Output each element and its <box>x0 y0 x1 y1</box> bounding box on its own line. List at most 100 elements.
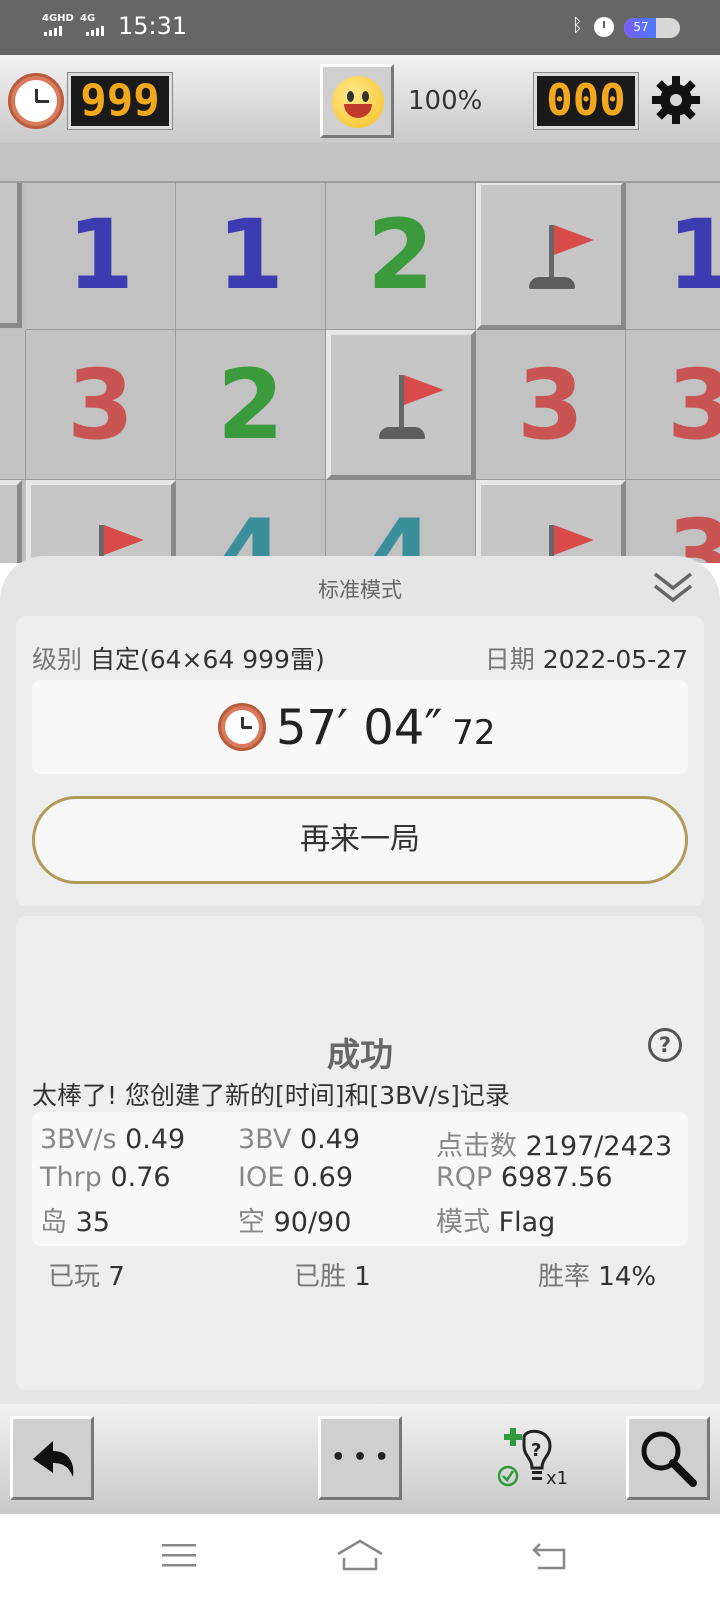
home-icon[interactable] <box>336 1538 384 1572</box>
record-message: 太棒了! 您创建了新的[时间]和[3BV/s]记录 <box>32 1081 510 1110</box>
result-sheet: 标准模式 级别 自定(64×64 999雷) 日期 2022-05-27 57′… <box>0 556 720 1404</box>
screen: { "status_bar": { "network_1": "4GHD", "… <box>0 0 720 1600</box>
board-cell[interactable]: 1 <box>26 183 176 330</box>
level-value: 自定(64×64 999雷) <box>89 645 325 674</box>
board-cell[interactable]: 1 <box>176 183 326 330</box>
board-cell[interactable]: 3 <box>26 330 176 480</box>
board-cell[interactable]: 3 <box>626 480 720 563</box>
board-cell[interactable] <box>0 330 26 480</box>
stat-key: 点击数 <box>436 1131 517 1162</box>
stat-item: 空 90/90 <box>238 1200 351 1239</box>
battery-icon: 57 <box>624 18 680 38</box>
bluetooth-icon: ᛒ <box>572 15 583 36</box>
win-rate: 胜率 14% <box>538 1256 656 1293</box>
network-1-label: 4GHD <box>42 13 74 24</box>
cell-number: 1 <box>217 198 284 311</box>
svg-text:?: ? <box>531 1440 541 1461</box>
timer-display: 999 <box>68 73 172 129</box>
stat-item: 3BV 0.49 <box>238 1124 360 1155</box>
board-cell[interactable] <box>476 183 626 330</box>
elapsed-time: 57′ 04″ 72 <box>276 700 496 756</box>
play-again-button[interactable]: 再来一局 <box>32 796 688 884</box>
clock-time: 15:31 <box>118 12 188 40</box>
cell-number: 3 <box>517 348 584 461</box>
back-icon[interactable] <box>530 1540 568 1572</box>
date-info: 日期 2022-05-27 <box>485 640 688 676</box>
board-cell[interactable] <box>0 480 22 563</box>
stat-value: 6987.56 <box>500 1162 613 1193</box>
gear-icon[interactable] <box>650 74 702 126</box>
board-cell[interactable]: 4 <box>326 480 476 563</box>
winrate-value: 14% <box>598 1262 657 1292</box>
double-chevron-down-icon[interactable] <box>652 570 694 606</box>
date-value: 2022-05-27 <box>542 645 688 674</box>
board-cell[interactable]: 4 <box>176 480 326 563</box>
clock-icon <box>8 73 64 129</box>
board-cell[interactable] <box>26 480 176 563</box>
elapsed-time-box: 57′ 04″ 72 <box>32 680 688 774</box>
winrate-label: 胜率 <box>538 1262 591 1292</box>
more-button[interactable]: • • • <box>318 1416 402 1500</box>
cell-number: 2 <box>367 198 434 311</box>
cell-number: 2 <box>217 348 284 461</box>
stat-value: 0.76 <box>110 1162 171 1193</box>
search-button[interactable] <box>626 1416 710 1500</box>
board-cell[interactable]: 2 <box>176 330 326 480</box>
stat-value: 0.49 <box>125 1124 186 1155</box>
stat-value: 0.69 <box>292 1162 353 1193</box>
bottom-toolbar: • • • ? x1 <box>0 1404 720 1514</box>
board-cell[interactable] <box>0 183 22 328</box>
stat-value: 35 <box>75 1207 110 1238</box>
stat-key: 岛 <box>40 1207 67 1238</box>
stat-item: 岛 35 <box>40 1200 110 1239</box>
stat-value: 0.49 <box>299 1124 361 1155</box>
stat-value: 90/90 <box>273 1207 352 1238</box>
won-value: 1 <box>354 1262 371 1292</box>
clock-icon <box>218 703 266 751</box>
elapsed-time-main: 57′ 04″ <box>276 700 443 756</box>
stats-grid: 3BV/s 0.49 3BV 0.49 点击数 2197/2423 Thrp 0… <box>32 1112 688 1246</box>
stat-value: 2197/2423 <box>525 1131 673 1162</box>
cell-number: 3 <box>667 498 720 564</box>
magnifier-icon <box>641 1431 697 1487</box>
stat-key: 模式 <box>436 1207 490 1238</box>
stat-item: Thrp 0.76 <box>40 1162 171 1193</box>
board-cell[interactable]: 2 <box>326 183 476 330</box>
smiley-reset-button[interactable] <box>320 64 394 138</box>
status-bar: 4GHD 4G 15:31 ᛒ 57 <box>0 0 720 55</box>
signal-1-icon <box>44 26 62 36</box>
stat-item: 3BV/s 0.49 <box>40 1124 185 1155</box>
sheet-title: 标准模式 <box>318 578 402 602</box>
game-summary-card: 级别 自定(64×64 999雷) 日期 2022-05-27 57′ 04″ 7… <box>16 616 704 906</box>
won-label: 已胜 <box>294 1262 347 1292</box>
date-label: 日期 <box>484 645 535 674</box>
undo-arrow-icon <box>33 1441 74 1477</box>
board-header-strip <box>0 143 720 183</box>
help-icon[interactable]: ? <box>648 1028 682 1062</box>
flag-icon <box>521 217 594 297</box>
undo-button[interactable] <box>10 1416 94 1500</box>
signal-2-icon <box>86 26 104 36</box>
network-2-label: 4G <box>80 13 96 24</box>
cell-number: 3 <box>67 348 134 461</box>
stat-item: RQP 6987.56 <box>436 1162 613 1193</box>
stat-key: RQP <box>436 1162 493 1193</box>
mine-counter: 000 <box>534 73 638 129</box>
smiley-face-icon <box>332 76 384 128</box>
hint-button[interactable]: ? x1 <box>494 1424 574 1492</box>
menu-icon[interactable] <box>162 1542 196 1570</box>
board-cell[interactable] <box>476 480 626 563</box>
board-cell[interactable]: 3 <box>476 330 626 480</box>
zoom-level: 100% <box>408 86 483 116</box>
played-value: 7 <box>108 1262 125 1292</box>
minefield-board[interactable]: 1 1 2 1 3 2 3 3 4 4 3 <box>0 183 720 563</box>
level-label: 级别 <box>32 645 83 674</box>
stat-item: IOE 0.69 <box>238 1162 353 1193</box>
board-cell[interactable]: 1 <box>626 183 720 330</box>
network-indicator: 4GHD 4G <box>42 13 95 24</box>
stat-key: 3BV <box>238 1124 292 1155</box>
stat-item: 点击数 2197/2423 <box>436 1124 672 1163</box>
board-cell[interactable]: 3 <box>626 330 720 480</box>
board-cell[interactable] <box>326 330 476 480</box>
games-won: 已胜 1 <box>294 1256 371 1293</box>
